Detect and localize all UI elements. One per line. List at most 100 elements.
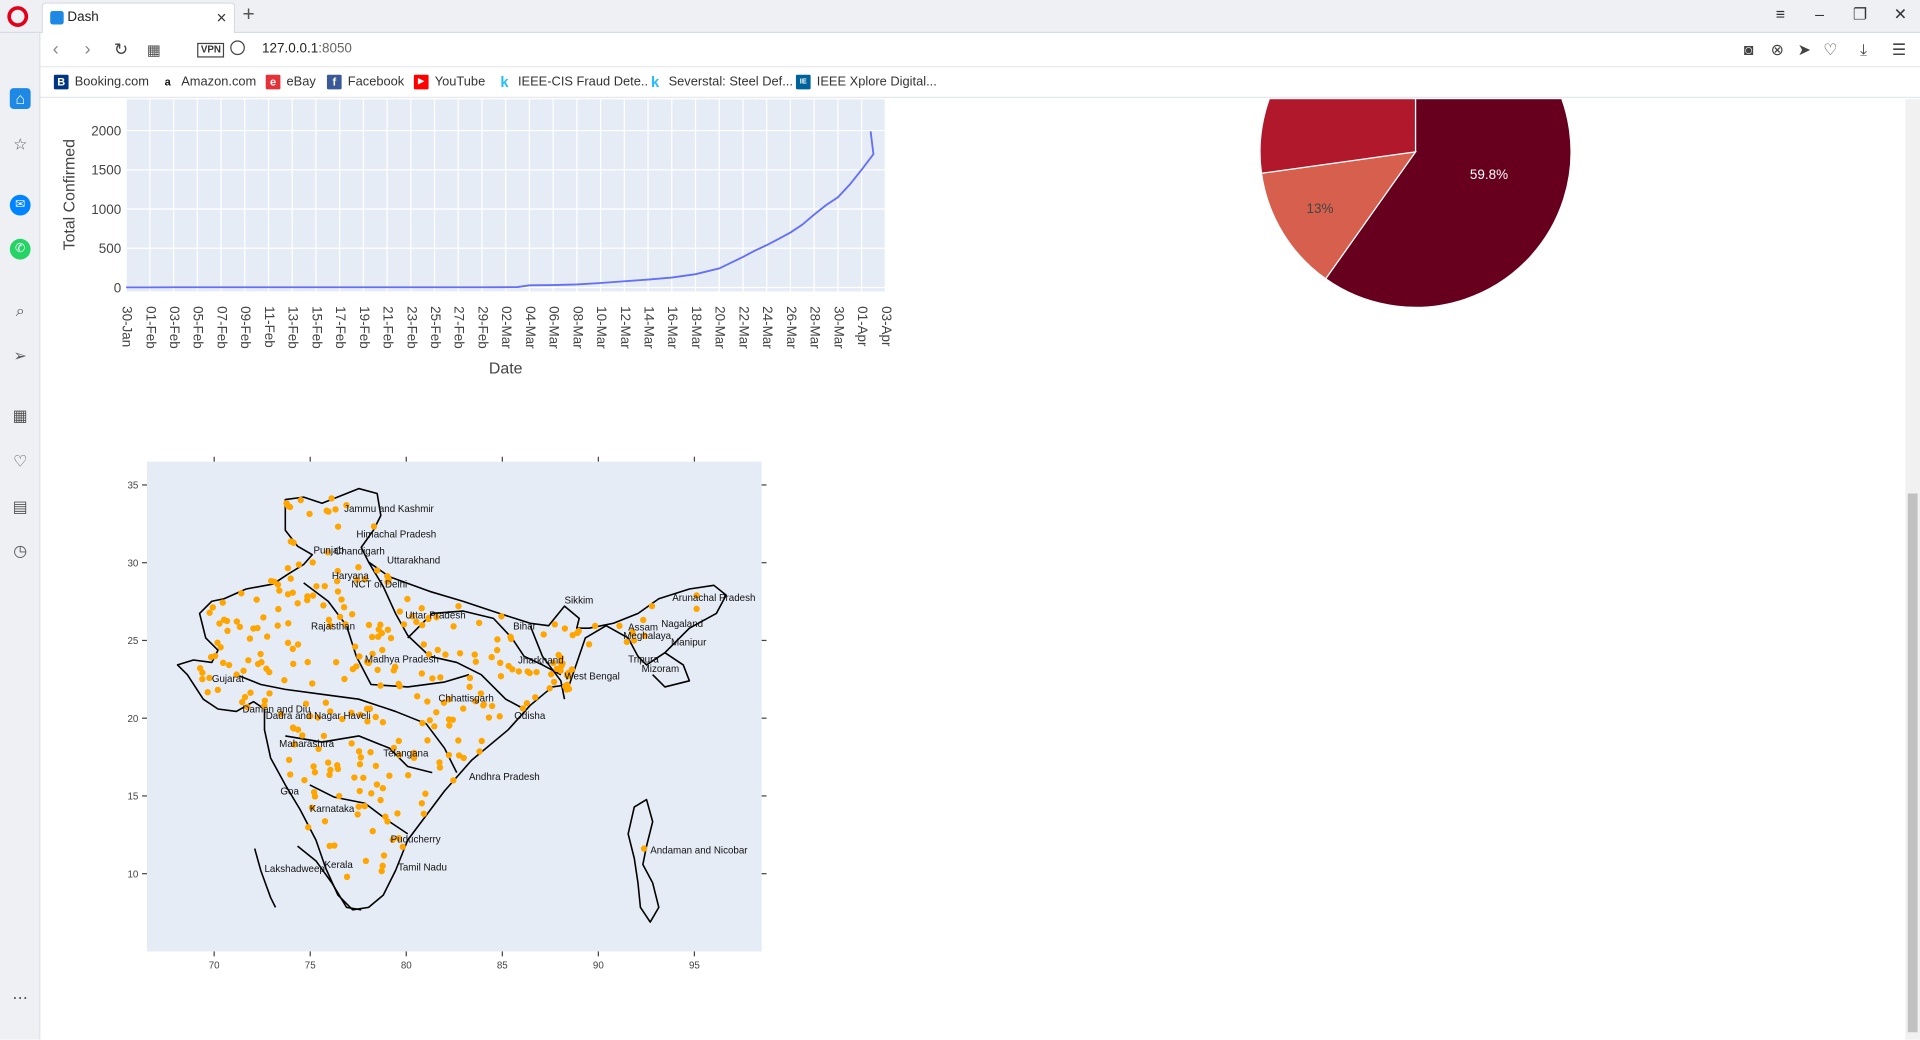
city-marker	[471, 651, 478, 658]
restore-icon[interactable]: ❐	[1847, 5, 1874, 25]
bookmark-facebook[interactable]: f Facebook	[326, 74, 405, 90]
city-marker	[431, 723, 438, 730]
bookmark-ieee-cis[interactable]: k IEEE-CIS Fraud Dete...	[497, 74, 652, 90]
messenger-icon[interactable]: ✉	[9, 194, 31, 216]
state-label: Lakshadweep	[264, 864, 325, 875]
bookmark-label: Booking.com	[74, 74, 150, 90]
line-y-tick-label: 500	[99, 241, 121, 256]
close-window-icon[interactable]: ✕	[1887, 5, 1914, 25]
state-label: Meghalaya	[623, 631, 671, 642]
line-x-tick-label: 10-Mar	[594, 306, 609, 349]
city-marker	[507, 633, 514, 641]
close-tab-icon[interactable]: ×	[217, 7, 227, 27]
news-icon[interactable]: ▤	[10, 496, 31, 517]
bookmark-youtube[interactable]: ▶ YouTube	[413, 74, 485, 90]
state-label: Himachal Pradesh	[356, 530, 436, 541]
city-marker	[304, 658, 311, 666]
home-icon[interactable]: ⌂	[9, 88, 31, 109]
tabs-icon[interactable]: ▦	[10, 405, 31, 426]
city-marker	[382, 813, 389, 820]
city-marker	[254, 660, 262, 668]
bookmark-severstal[interactable]: k Severstal: Steel Def...	[647, 74, 793, 90]
star-icon[interactable]: ☆	[10, 133, 31, 154]
map-x-tick-label: 80	[401, 961, 412, 972]
tab-menu-icon[interactable]: ≡	[1767, 5, 1794, 23]
city-marker	[394, 810, 401, 817]
scrollbar-thumb[interactable]	[1907, 493, 1918, 1033]
city-marker	[343, 873, 351, 881]
city-marker	[332, 659, 340, 666]
page-scrollbar[interactable]	[1905, 99, 1920, 1040]
new-tab-button[interactable]: +	[242, 2, 254, 26]
url-field[interactable]: 127.0.0.1:8050	[262, 42, 352, 57]
opera-logo-icon[interactable]	[7, 6, 29, 27]
city-marker	[224, 627, 231, 635]
city-marker	[585, 641, 593, 648]
send-icon[interactable]: ➤	[1798, 40, 1811, 60]
forward-icon[interactable]: ›	[84, 39, 90, 60]
map-y-tick-label: 25	[127, 636, 138, 647]
line-x-tick-label: 23-Feb	[404, 306, 419, 349]
heart-icon[interactable]: ♡	[1823, 40, 1837, 60]
city-marker	[199, 675, 206, 683]
city-marker	[360, 774, 367, 781]
city-marker	[472, 658, 480, 665]
city-marker	[547, 671, 555, 678]
bookmark-booking[interactable]: B Booking.com	[53, 74, 150, 90]
city-marker	[476, 748, 483, 755]
camera-icon[interactable]: ◙	[1744, 40, 1754, 58]
city-marker	[565, 685, 573, 693]
send-icon[interactable]: ➢	[10, 345, 31, 366]
history-icon[interactable]: ◷	[10, 540, 31, 561]
bookmark-ebay[interactable]: e eBay	[265, 74, 316, 90]
city-marker	[466, 683, 473, 691]
city-marker	[378, 867, 385, 875]
city-marker	[354, 811, 361, 818]
city-marker	[550, 678, 558, 686]
bookmark-label: Facebook	[347, 74, 405, 90]
city-marker	[250, 625, 257, 632]
city-marker	[396, 608, 403, 615]
city-marker	[384, 626, 392, 633]
minimize-icon[interactable]: –	[1806, 5, 1833, 23]
state-label: Jammu and Kashmir	[344, 504, 434, 515]
easy-setup-icon[interactable]: ☰	[1892, 40, 1906, 60]
city-marker	[299, 732, 306, 739]
city-marker	[591, 622, 599, 630]
city-marker	[328, 495, 335, 502]
city-marker	[274, 581, 282, 588]
back-icon[interactable]: ‹	[53, 39, 59, 60]
bookmark-ieee-xplore[interactable]: IE IEEE Xplore Digital...	[795, 74, 937, 90]
line-x-tick-label: 21-Feb	[381, 306, 396, 349]
city-marker	[523, 700, 531, 707]
city-marker	[367, 749, 374, 756]
city-marker	[648, 602, 656, 610]
city-marker	[437, 674, 444, 681]
download-icon[interactable]: ⤓	[1860, 40, 1867, 60]
city-marker	[310, 788, 318, 796]
heart-icon[interactable]: ♡	[10, 451, 31, 472]
city-marker	[257, 650, 264, 658]
bookmark-amazon[interactable]: a Amazon.com	[160, 74, 256, 90]
search-icon[interactable]: ⌕	[10, 300, 31, 321]
tab-dash[interactable]: Dash ×	[41, 2, 236, 34]
reload-icon[interactable]: ↻	[114, 39, 128, 60]
line-x-tick-label: 09-Feb	[238, 306, 253, 349]
city-marker	[356, 787, 363, 795]
line-y-tick-label: 1000	[91, 202, 121, 217]
line-x-tick-label: 15-Feb	[309, 306, 324, 349]
adblock-icon[interactable]: ⊗	[1771, 40, 1784, 60]
city-marker	[294, 600, 301, 607]
line-x-tick-label: 02-Mar	[499, 306, 514, 349]
city-marker	[442, 651, 449, 658]
city-marker	[348, 740, 355, 747]
city-marker	[494, 636, 501, 643]
vpn-badge[interactable]: VPN	[197, 42, 225, 58]
city-marker	[324, 759, 332, 766]
city-marker	[372, 762, 380, 770]
speed-dial-icon[interactable]: ▦	[147, 42, 161, 59]
youtube-icon: ▶	[413, 74, 429, 90]
whatsapp-icon[interactable]: ✆	[9, 238, 31, 260]
more-icon[interactable]: ⋯	[10, 987, 31, 1008]
city-marker	[286, 503, 294, 511]
